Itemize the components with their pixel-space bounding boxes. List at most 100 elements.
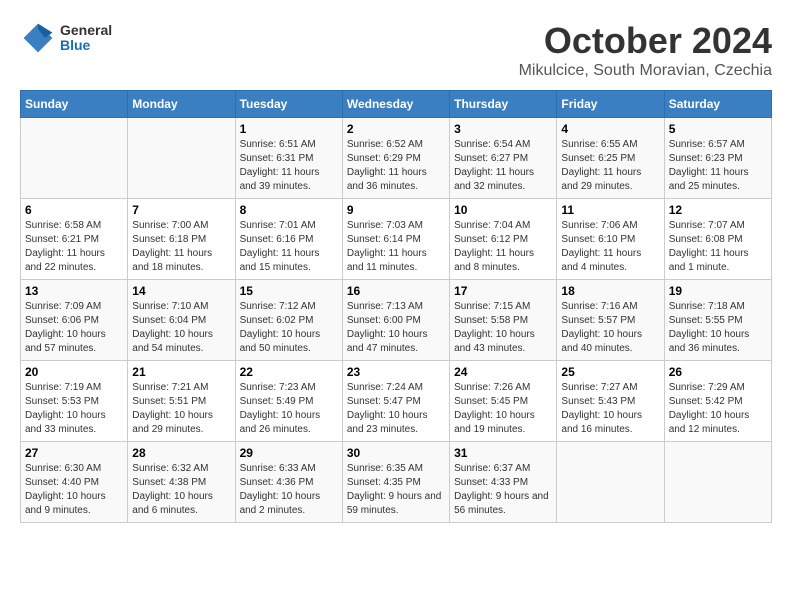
location-subtitle: Mikulcice, South Moravian, Czechia bbox=[519, 62, 772, 80]
day-number: 4 bbox=[561, 122, 659, 136]
day-info: Sunrise: 7:04 AM Sunset: 6:12 PM Dayligh… bbox=[454, 219, 552, 275]
day-info: Sunrise: 6:35 AM Sunset: 4:35 PM Dayligh… bbox=[347, 462, 445, 518]
calendar-cell: 26 Sunrise: 7:29 AM Sunset: 5:42 PM Dayli… bbox=[664, 361, 771, 442]
day-info: Sunrise: 7:10 AM Sunset: 6:04 PM Dayligh… bbox=[132, 300, 230, 356]
calendar-week-row: 6 Sunrise: 6:58 AM Sunset: 6:21 PM Daylig… bbox=[21, 199, 772, 280]
day-number: 11 bbox=[561, 203, 659, 217]
day-number: 6 bbox=[25, 203, 123, 217]
day-number: 18 bbox=[561, 284, 659, 298]
column-header-tuesday: Tuesday bbox=[235, 91, 342, 118]
calendar-week-row: 13Sunrise: 7:09 AM Sunset: 6:06 PM Dayli… bbox=[21, 280, 772, 361]
column-header-wednesday: Wednesday bbox=[342, 91, 449, 118]
calendar-cell bbox=[557, 442, 664, 523]
day-info: Sunrise: 6:51 AM Sunset: 6:31 PM Dayligh… bbox=[240, 138, 338, 194]
calendar-cell bbox=[128, 118, 235, 199]
day-number: 28 bbox=[132, 446, 230, 460]
calendar-cell: 1 Sunrise: 6:51 AM Sunset: 6:31 PM Daylig… bbox=[235, 118, 342, 199]
logo-icon bbox=[20, 20, 56, 56]
calendar-cell: 10 Sunrise: 7:04 AM Sunset: 6:12 PM Dayli… bbox=[450, 199, 557, 280]
day-info: Sunrise: 7:26 AM Sunset: 5:45 PM Dayligh… bbox=[454, 381, 552, 437]
day-info: Sunrise: 6:32 AM Sunset: 4:38 PM Dayligh… bbox=[132, 462, 230, 518]
calendar-week-row: 20 Sunrise: 7:19 AM Sunset: 5:53 PM Dayli… bbox=[21, 361, 772, 442]
title-section: October 2024 Mikulcice, South Moravian, … bbox=[519, 20, 772, 80]
column-header-monday: Monday bbox=[128, 91, 235, 118]
day-number: 21 bbox=[132, 365, 230, 379]
calendar-cell: 5 Sunrise: 6:57 AM Sunset: 6:23 PM Daylig… bbox=[664, 118, 771, 199]
day-number: 8 bbox=[240, 203, 338, 217]
calendar-cell: 7Sunrise: 7:00 AM Sunset: 6:18 PM Daylig… bbox=[128, 199, 235, 280]
day-number: 7 bbox=[132, 203, 230, 217]
day-number: 24 bbox=[454, 365, 552, 379]
calendar-cell: 15Sunrise: 7:12 AM Sunset: 6:02 PM Dayli… bbox=[235, 280, 342, 361]
calendar-cell: 13Sunrise: 7:09 AM Sunset: 6:06 PM Dayli… bbox=[21, 280, 128, 361]
logo-general: General bbox=[60, 23, 112, 38]
day-info: Sunrise: 7:21 AM Sunset: 5:51 PM Dayligh… bbox=[132, 381, 230, 437]
calendar-cell: 16Sunrise: 7:13 AM Sunset: 6:00 PM Dayli… bbox=[342, 280, 449, 361]
day-info: Sunrise: 7:12 AM Sunset: 6:02 PM Dayligh… bbox=[240, 300, 338, 356]
day-number: 30 bbox=[347, 446, 445, 460]
day-info: Sunrise: 6:55 AM Sunset: 6:25 PM Dayligh… bbox=[561, 138, 659, 194]
logo-text: General Blue bbox=[60, 23, 112, 54]
calendar-week-row: 27 Sunrise: 6:30 AM Sunset: 4:40 PM Dayli… bbox=[21, 442, 772, 523]
calendar-cell: 25 Sunrise: 7:27 AM Sunset: 5:43 PM Dayli… bbox=[557, 361, 664, 442]
calendar-cell: 6 Sunrise: 6:58 AM Sunset: 6:21 PM Daylig… bbox=[21, 199, 128, 280]
day-info: Sunrise: 6:30 AM Sunset: 4:40 PM Dayligh… bbox=[25, 462, 123, 518]
day-info: Sunrise: 7:09 AM Sunset: 6:06 PM Dayligh… bbox=[25, 300, 123, 356]
calendar-cell: 9 Sunrise: 7:03 AM Sunset: 6:14 PM Daylig… bbox=[342, 199, 449, 280]
day-info: Sunrise: 7:03 AM Sunset: 6:14 PM Dayligh… bbox=[347, 219, 445, 275]
month-title: October 2024 bbox=[519, 20, 772, 62]
day-number: 10 bbox=[454, 203, 552, 217]
day-number: 29 bbox=[240, 446, 338, 460]
calendar-cell: 29 Sunrise: 6:33 AM Sunset: 4:36 PM Dayli… bbox=[235, 442, 342, 523]
column-header-thursday: Thursday bbox=[450, 91, 557, 118]
day-number: 16 bbox=[347, 284, 445, 298]
calendar-cell: 2 Sunrise: 6:52 AM Sunset: 6:29 PM Daylig… bbox=[342, 118, 449, 199]
day-number: 20 bbox=[25, 365, 123, 379]
calendar-cell: 4 Sunrise: 6:55 AM Sunset: 6:25 PM Daylig… bbox=[557, 118, 664, 199]
column-header-friday: Friday bbox=[557, 91, 664, 118]
day-info: Sunrise: 6:52 AM Sunset: 6:29 PM Dayligh… bbox=[347, 138, 445, 194]
day-info: Sunrise: 7:27 AM Sunset: 5:43 PM Dayligh… bbox=[561, 381, 659, 437]
day-number: 25 bbox=[561, 365, 659, 379]
day-number: 1 bbox=[240, 122, 338, 136]
day-number: 27 bbox=[25, 446, 123, 460]
day-info: Sunrise: 6:33 AM Sunset: 4:36 PM Dayligh… bbox=[240, 462, 338, 518]
day-info: Sunrise: 6:57 AM Sunset: 6:23 PM Dayligh… bbox=[669, 138, 767, 194]
calendar-cell: 12 Sunrise: 7:07 AM Sunset: 6:08 PM Dayli… bbox=[664, 199, 771, 280]
calendar-cell: 24 Sunrise: 7:26 AM Sunset: 5:45 PM Dayli… bbox=[450, 361, 557, 442]
day-number: 19 bbox=[669, 284, 767, 298]
day-info: Sunrise: 7:06 AM Sunset: 6:10 PM Dayligh… bbox=[561, 219, 659, 275]
day-number: 14 bbox=[132, 284, 230, 298]
day-info: Sunrise: 7:29 AM Sunset: 5:42 PM Dayligh… bbox=[669, 381, 767, 437]
day-number: 22 bbox=[240, 365, 338, 379]
day-info: Sunrise: 7:24 AM Sunset: 5:47 PM Dayligh… bbox=[347, 381, 445, 437]
day-info: Sunrise: 7:15 AM Sunset: 5:58 PM Dayligh… bbox=[454, 300, 552, 356]
day-number: 23 bbox=[347, 365, 445, 379]
calendar-cell: 11 Sunrise: 7:06 AM Sunset: 6:10 PM Dayli… bbox=[557, 199, 664, 280]
day-number: 12 bbox=[669, 203, 767, 217]
day-number: 17 bbox=[454, 284, 552, 298]
day-number: 5 bbox=[669, 122, 767, 136]
column-header-sunday: Sunday bbox=[21, 91, 128, 118]
calendar-week-row: 1 Sunrise: 6:51 AM Sunset: 6:31 PM Daylig… bbox=[21, 118, 772, 199]
calendar-cell: 23 Sunrise: 7:24 AM Sunset: 5:47 PM Dayli… bbox=[342, 361, 449, 442]
calendar-cell: 27 Sunrise: 6:30 AM Sunset: 4:40 PM Dayli… bbox=[21, 442, 128, 523]
day-info: Sunrise: 7:19 AM Sunset: 5:53 PM Dayligh… bbox=[25, 381, 123, 437]
day-info: Sunrise: 7:18 AM Sunset: 5:55 PM Dayligh… bbox=[669, 300, 767, 356]
day-info: Sunrise: 7:01 AM Sunset: 6:16 PM Dayligh… bbox=[240, 219, 338, 275]
day-number: 9 bbox=[347, 203, 445, 217]
page-header: General Blue October 2024 Mikulcice, Sou… bbox=[20, 20, 772, 80]
calendar-cell: 22Sunrise: 7:23 AM Sunset: 5:49 PM Dayli… bbox=[235, 361, 342, 442]
day-number: 26 bbox=[669, 365, 767, 379]
calendar-cell: 30 Sunrise: 6:35 AM Sunset: 4:35 PM Dayli… bbox=[342, 442, 449, 523]
day-info: Sunrise: 7:07 AM Sunset: 6:08 PM Dayligh… bbox=[669, 219, 767, 275]
day-number: 2 bbox=[347, 122, 445, 136]
day-number: 31 bbox=[454, 446, 552, 460]
calendar-cell: 20 Sunrise: 7:19 AM Sunset: 5:53 PM Dayli… bbox=[21, 361, 128, 442]
calendar-cell: 3Sunrise: 6:54 AM Sunset: 6:27 PM Daylig… bbox=[450, 118, 557, 199]
day-info: Sunrise: 6:58 AM Sunset: 6:21 PM Dayligh… bbox=[25, 219, 123, 275]
calendar-cell: 31 Sunrise: 6:37 AM Sunset: 4:33 PM Dayli… bbox=[450, 442, 557, 523]
calendar-cell: 17 Sunrise: 7:15 AM Sunset: 5:58 PM Dayli… bbox=[450, 280, 557, 361]
day-info: Sunrise: 6:37 AM Sunset: 4:33 PM Dayligh… bbox=[454, 462, 552, 518]
calendar-cell: 28 Sunrise: 6:32 AM Sunset: 4:38 PM Dayli… bbox=[128, 442, 235, 523]
